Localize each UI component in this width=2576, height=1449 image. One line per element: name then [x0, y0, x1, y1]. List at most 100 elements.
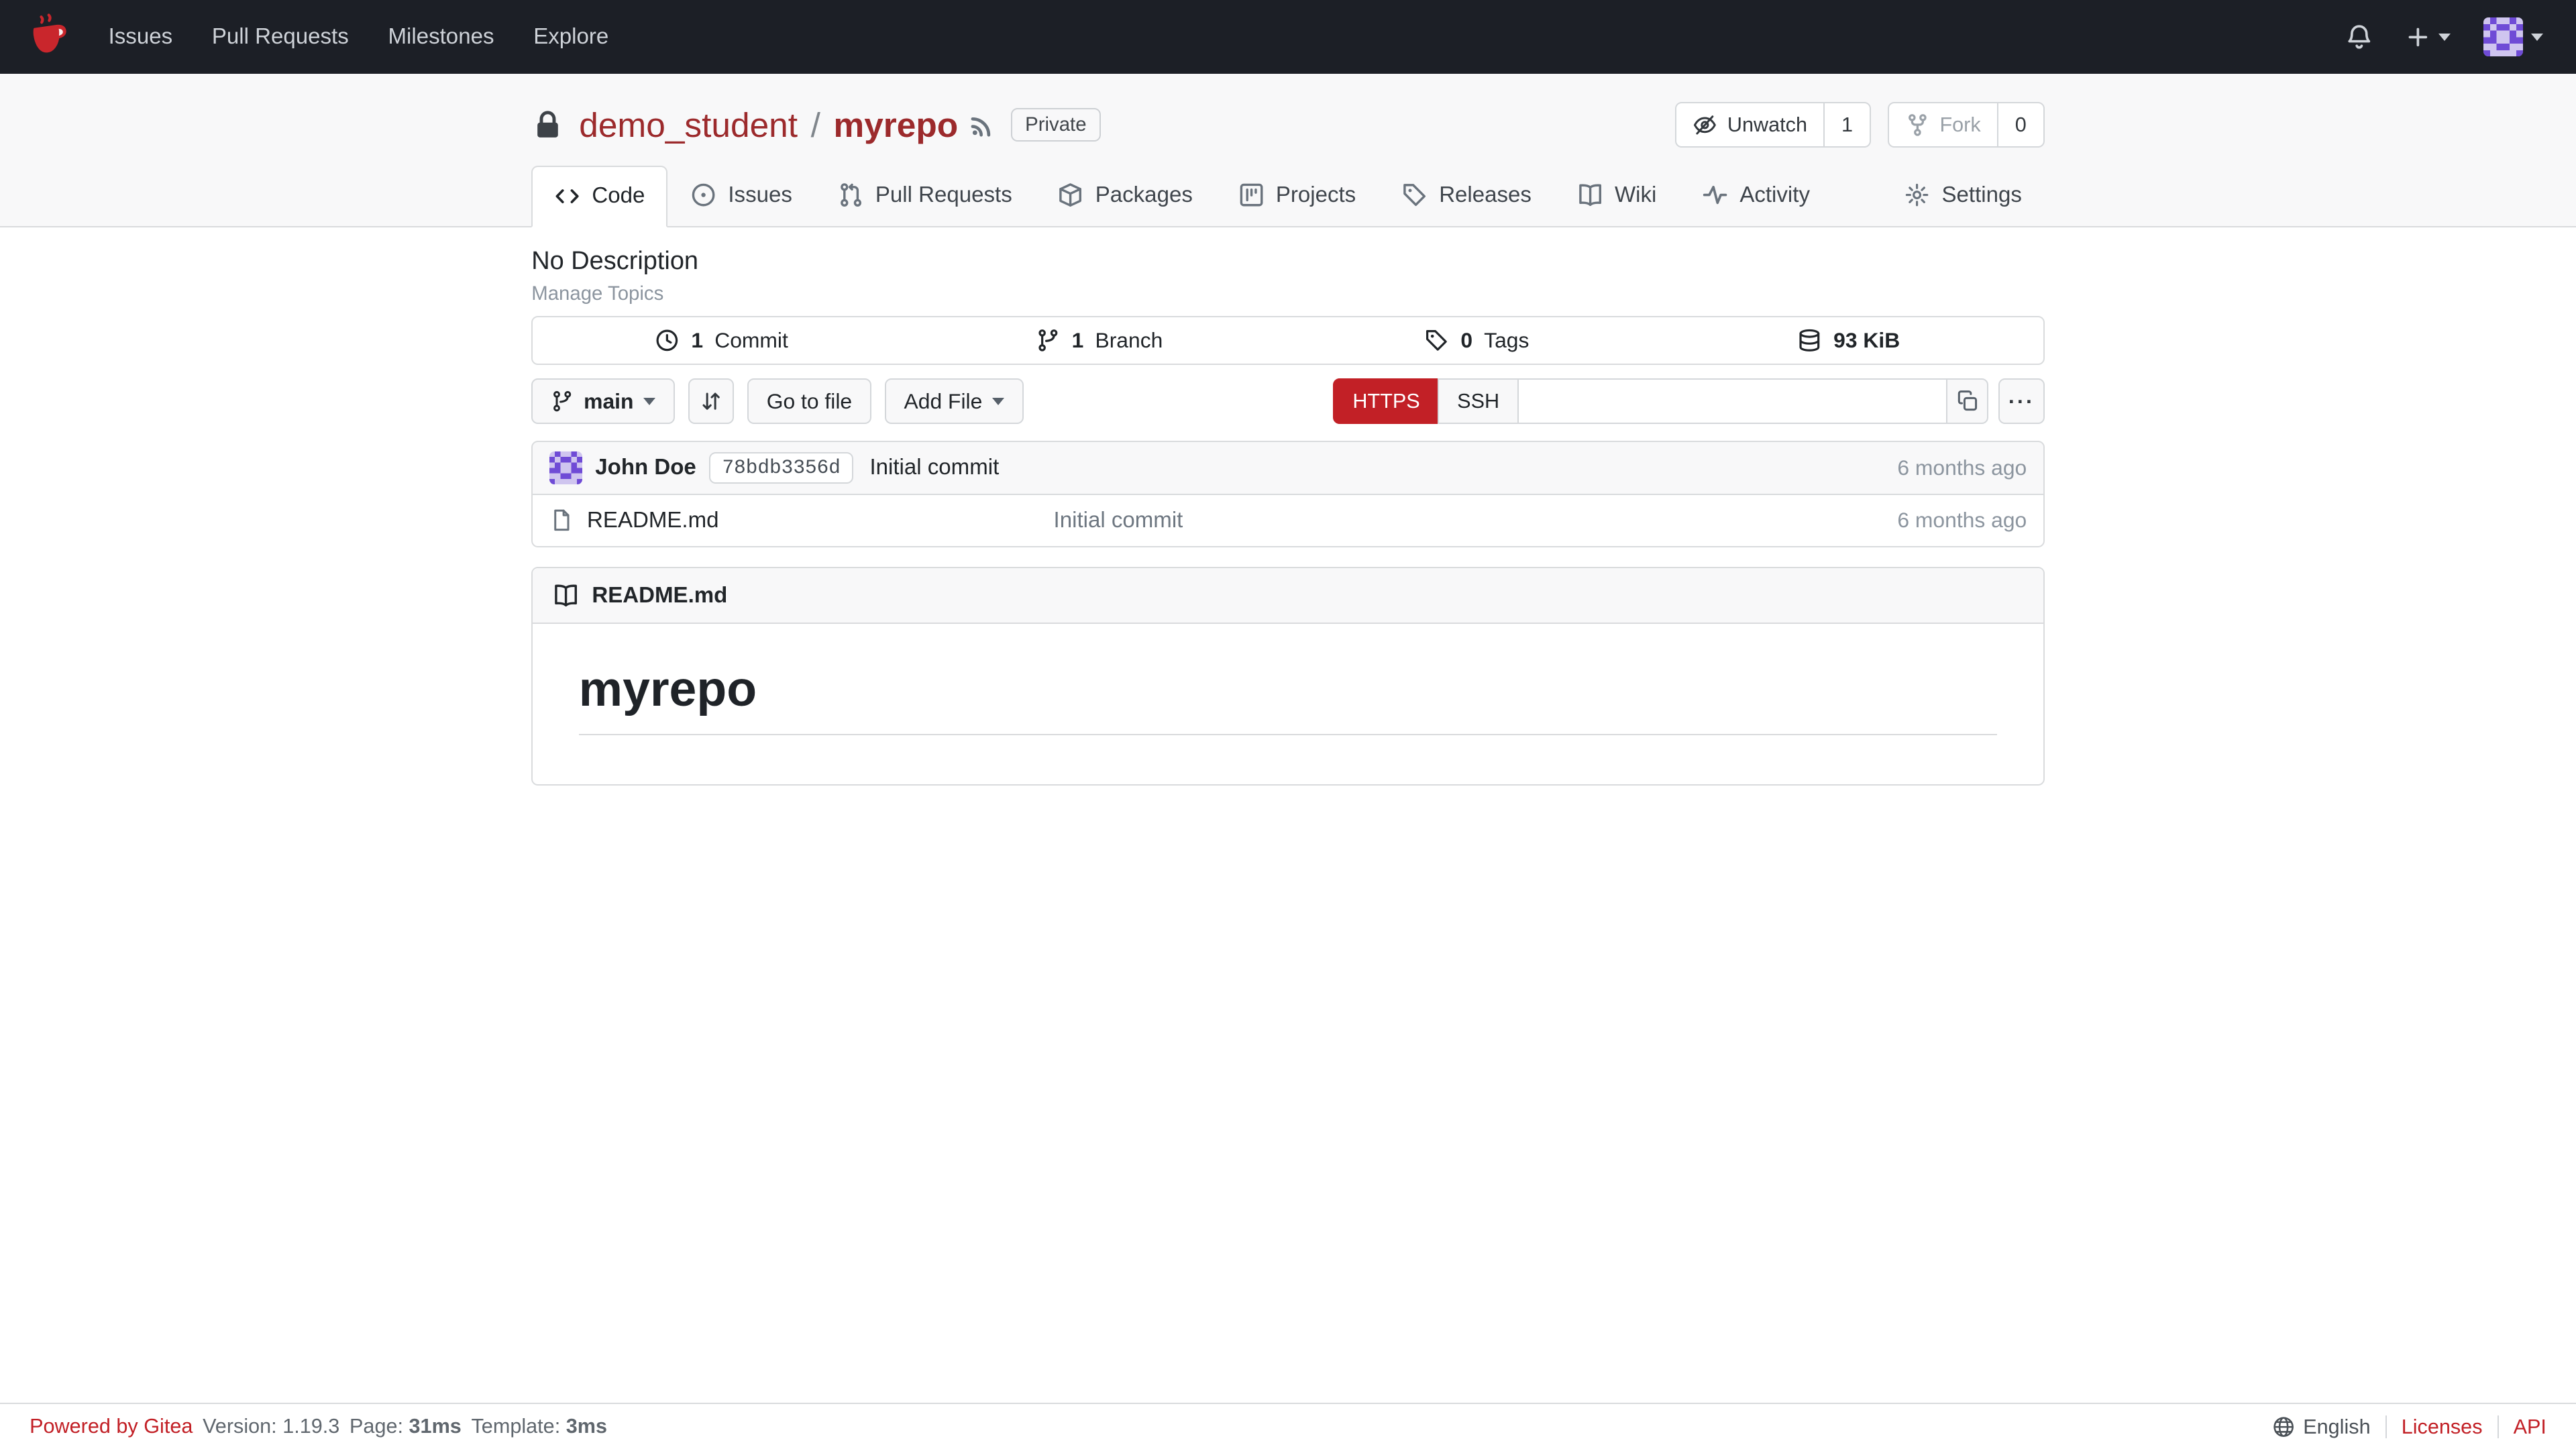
tab-issues[interactable]: Issues [667, 166, 814, 226]
add-file-button[interactable]: Add File [884, 378, 1024, 425]
fork-button[interactable]: Fork [1887, 101, 1999, 148]
user-menu-button[interactable] [2470, 7, 2556, 66]
bell-icon [2347, 25, 2370, 49]
user-avatar [2483, 17, 2523, 57]
title-separator: / [810, 105, 820, 145]
version-info: Version: 1.19.3 [203, 1415, 340, 1438]
file-link[interactable]: README.md [549, 508, 1054, 533]
clone-https-button[interactable]: HTTPS [1333, 378, 1440, 425]
readme-heading: myrepo [578, 660, 1998, 735]
file-list: README.md Initial commit 6 months ago [531, 494, 2045, 547]
size-stat: 93 KiB [1666, 317, 2043, 364]
gitea-repo-page: Issues Pull Requests Milestones Explore [0, 0, 2576, 1449]
commit-message-link[interactable]: Initial commit [869, 455, 999, 480]
chevron-down-icon [643, 397, 656, 407]
repo-name-link[interactable]: myrepo [834, 105, 959, 145]
package-icon [1059, 183, 1082, 207]
clone-url-input[interactable] [1517, 378, 1948, 425]
commit-age: 6 months ago [1897, 455, 2027, 480]
tag-icon [1403, 184, 1426, 207]
forks-count[interactable]: 0 [1996, 101, 2045, 148]
nav-explore[interactable]: Explore [514, 0, 629, 74]
page-render-time: Page: 31ms [350, 1415, 462, 1438]
watchers-count[interactable]: 1 [1823, 101, 1872, 148]
clone-ssh-button[interactable]: SSH [1438, 378, 1519, 425]
tab-wiki[interactable]: Wiki [1554, 166, 1679, 226]
commits-stat[interactable]: 1 Commit [533, 317, 910, 364]
rss-feed-button[interactable] [969, 112, 996, 138]
compare-button[interactable] [688, 378, 735, 425]
licenses-link[interactable]: Licenses [2385, 1415, 2498, 1438]
main-content: No Description Manage Topics 1 Commit 1 Br… [0, 227, 2576, 1403]
tab-projects[interactable]: Projects [1216, 166, 1379, 226]
pulse-icon [1703, 186, 1727, 205]
unwatch-label: Unwatch [1727, 113, 1807, 136]
branches-stat[interactable]: 1 Branch [910, 317, 1288, 364]
copy-url-button[interactable] [1945, 378, 1989, 425]
book-icon [1578, 184, 1601, 207]
nav-issues[interactable]: Issues [89, 0, 192, 74]
issue-opened-icon [692, 184, 715, 207]
fork-icon [1909, 113, 1927, 136]
language-label: English [2303, 1415, 2371, 1438]
code-controls: main Go to file Add File HTTPS SSH ··· [531, 378, 2045, 425]
eye-slash-icon [1694, 115, 1717, 135]
identicon [2483, 17, 2523, 57]
git-branch-icon [553, 390, 572, 412]
fork-group: Fork 0 [1887, 101, 2045, 148]
tab-code[interactable]: Code [531, 166, 668, 228]
database-icon [1799, 329, 1820, 352]
readme-content: myrepo [533, 624, 2043, 785]
lock-icon [531, 109, 564, 142]
branch-select-button[interactable]: main [531, 378, 676, 425]
gear-icon [1905, 184, 1929, 207]
project-icon [1240, 184, 1263, 207]
chevron-down-icon [992, 397, 1004, 407]
go-to-file-button[interactable]: Go to file [747, 378, 872, 425]
tab-packages[interactable]: Packages [1035, 166, 1216, 226]
repo-actions: Unwatch 1 Fork 0 [1674, 101, 2045, 148]
file-row: README.md Initial commit 6 months ago [533, 495, 2043, 546]
nav-pull-requests[interactable]: Pull Requests [192, 0, 368, 74]
footer-left: Powered by Gitea Version: 1.19.3 Page: 3… [30, 1415, 607, 1438]
unwatch-button[interactable]: Unwatch [1674, 101, 1825, 148]
commit-author-name[interactable]: John Doe [595, 455, 696, 480]
file-commit-message-link[interactable]: Initial commit [1054, 508, 1898, 533]
code-icon [555, 189, 579, 203]
nav-milestones[interactable]: Milestones [368, 0, 514, 74]
tab-activity[interactable]: Activity [1679, 166, 1833, 226]
latest-commit-bar: John Doe 78bdb3356d Initial commit 6 mon… [531, 440, 2045, 495]
repo-header: demo_student / myrepo Private Unwatch 1 … [0, 74, 2576, 228]
repo-stats-bar: 1 Commit 1 Branch 0 Tags 93 KiB [531, 315, 2045, 366]
history-icon [657, 329, 678, 352]
git-pull-request-icon [840, 183, 861, 207]
readme-panel: README.md myrepo [531, 567, 2045, 786]
tab-pull-requests[interactable]: Pull Requests [815, 166, 1035, 226]
notifications-button[interactable] [2332, 13, 2386, 61]
tab-settings[interactable]: Settings [1881, 166, 2044, 226]
home-logo-link[interactable] [23, 11, 75, 63]
repo-tabs: Code Issues Pull Requests Packages Proje… [531, 166, 2045, 228]
repo-title-row: demo_student / myrepo Private Unwatch 1 … [531, 99, 2045, 151]
tag-icon [1426, 330, 1448, 351]
readme-filename: README.md [592, 582, 728, 608]
language-selector[interactable]: English [2257, 1415, 2385, 1438]
clone-panel: HTTPS SSH ··· [1333, 378, 2045, 425]
fork-label: Fork [1939, 113, 1981, 136]
rss-icon [971, 117, 991, 137]
footer: Powered by Gitea Version: 1.19.3 Page: 3… [0, 1403, 2576, 1449]
commit-author-avatar [549, 451, 582, 484]
owner-link[interactable]: demo_student [579, 105, 798, 145]
top-navbar: Issues Pull Requests Milestones Explore [0, 0, 2576, 74]
api-link[interactable]: API [2497, 1415, 2546, 1438]
tab-releases[interactable]: Releases [1379, 166, 1554, 226]
manage-topics-link[interactable]: Manage Topics [531, 282, 663, 305]
tags-stat[interactable]: 0 Tags [1288, 317, 1666, 364]
powered-by-link[interactable]: Powered by Gitea [30, 1415, 193, 1438]
create-new-button[interactable] [2393, 15, 2464, 59]
commit-sha-link[interactable]: 78bdb3356d [709, 451, 853, 484]
repo-title: demo_student / myrepo [579, 105, 958, 145]
current-branch: main [584, 388, 634, 413]
readme-header: README.md [533, 568, 2043, 625]
more-options-button[interactable]: ··· [1998, 378, 2045, 425]
